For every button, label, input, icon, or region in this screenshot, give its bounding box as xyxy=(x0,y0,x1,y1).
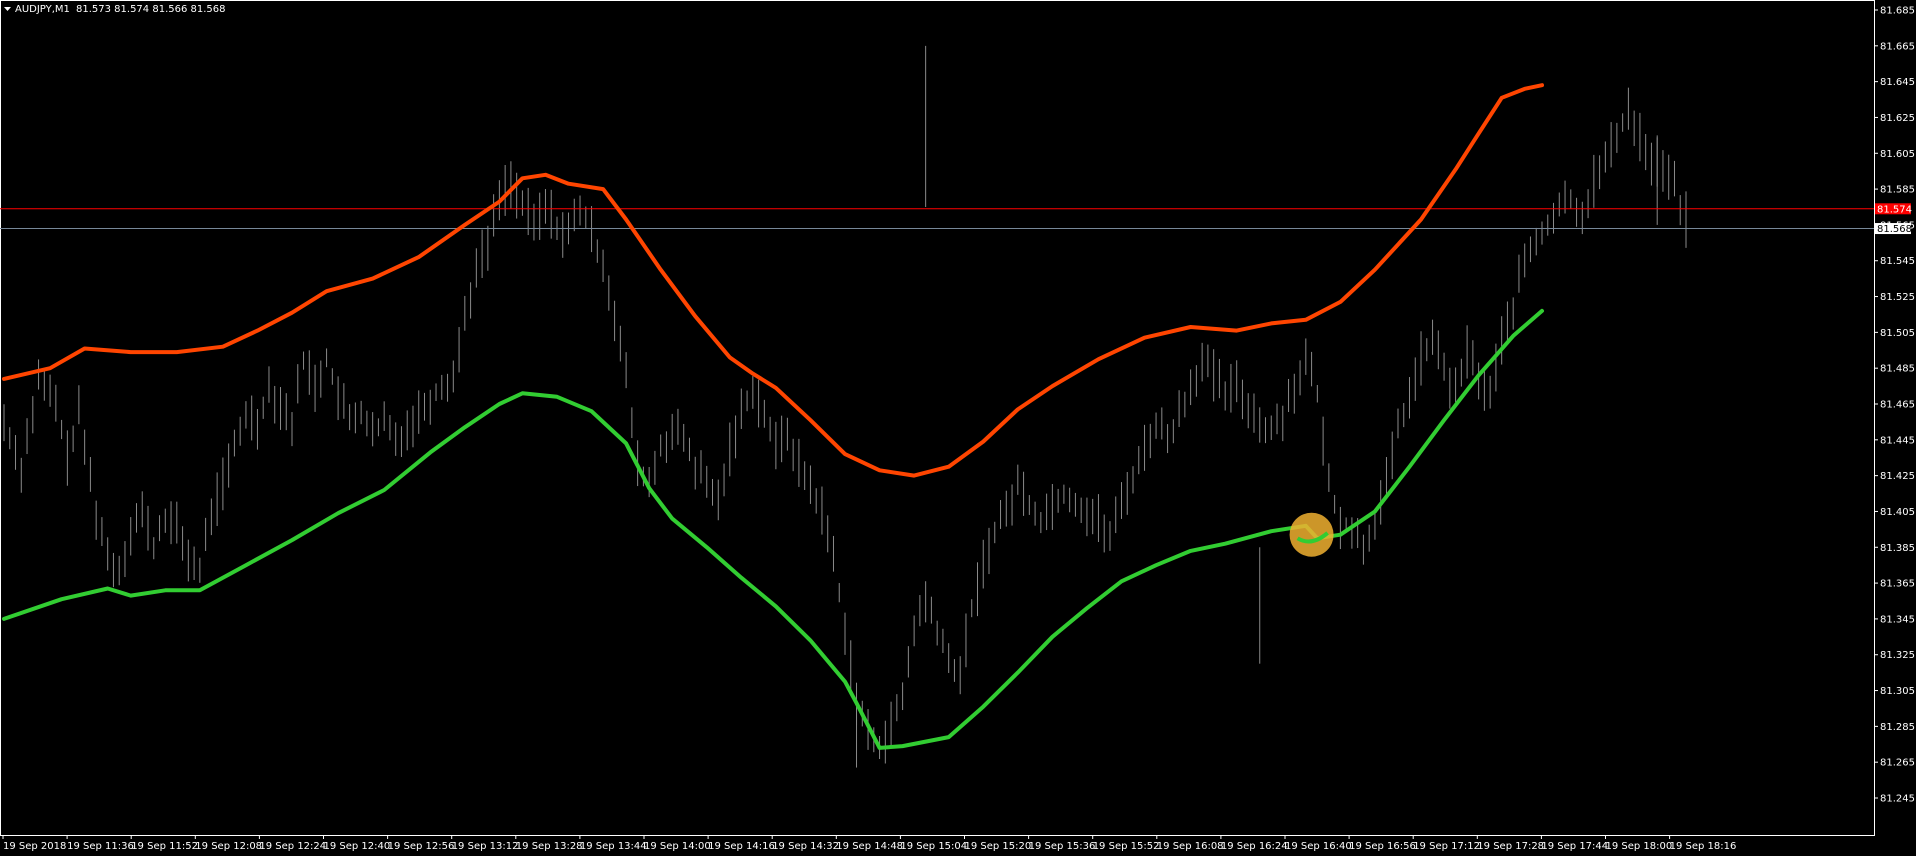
y-tick-label: 81.285 xyxy=(1880,722,1915,733)
x-tick-label: 19 Sep 15:20 xyxy=(965,841,1032,852)
y-tick-label: 81.365 xyxy=(1880,579,1915,590)
x-tick-label: 19 Sep 2018 xyxy=(3,841,66,852)
x-tick-label: 19 Sep 17:12 xyxy=(1413,841,1480,852)
x-tick-label: 19 Sep 13:12 xyxy=(452,841,519,852)
chart-title-bar[interactable]: AUDJPY,M1 81.573 81.574 81.566 81.568 xyxy=(4,4,226,15)
x-tick-label: 19 Sep 14:32 xyxy=(772,841,839,852)
x-tick-label: 19 Sep 16:40 xyxy=(1285,841,1352,852)
y-tick-label: 81.585 xyxy=(1880,185,1915,196)
x-tick-label: 19 Sep 12:24 xyxy=(259,841,326,852)
x-tick-label: 19 Sep 17:28 xyxy=(1477,841,1544,852)
y-tick-label: 81.625 xyxy=(1880,113,1915,124)
y-tick-label: 81.425 xyxy=(1880,471,1915,482)
y-tick-label: 81.245 xyxy=(1880,794,1915,805)
x-tick-label: 19 Sep 11:52 xyxy=(131,841,198,852)
y-tick-label: 81.685 xyxy=(1880,6,1915,17)
y-tick-label: 81.305 xyxy=(1880,686,1915,697)
x-tick-label: 19 Sep 16:08 xyxy=(1157,841,1224,852)
x-tick-label: 19 Sep 12:40 xyxy=(324,841,391,852)
x-tick-label: 19 Sep 12:56 xyxy=(388,841,455,852)
chart-window[interactable]: 81.685 81.665 81.645 81.625 81.605 81.585 81.5… xyxy=(0,0,1916,856)
x-tick-label: 19 Sep 13:44 xyxy=(580,841,647,852)
price-chart[interactable]: 81.685 81.665 81.645 81.625 81.605 81.585 81.5… xyxy=(0,0,1916,856)
y-tick-label: 81.605 xyxy=(1880,149,1915,160)
x-tick-label: 19 Sep 13:28 xyxy=(516,841,583,852)
bid-price-label: 81.568 xyxy=(1877,224,1912,235)
y-tick-label: 81.385 xyxy=(1880,543,1915,554)
y-tick-label: 81.545 xyxy=(1880,256,1915,267)
x-tick-label: 19 Sep 14:16 xyxy=(708,841,775,852)
symbol-timeframe: AUDJPY,M1 xyxy=(15,4,70,15)
y-tick-label: 81.345 xyxy=(1880,614,1915,625)
y-tick-label: 81.325 xyxy=(1880,650,1915,661)
x-tick-label: 19 Sep 15:52 xyxy=(1093,841,1160,852)
y-tick-label: 81.505 xyxy=(1880,328,1915,339)
x-tick-label: 19 Sep 15:36 xyxy=(1029,841,1096,852)
x-tick-label: 19 Sep 11:36 xyxy=(67,841,134,852)
y-tick-label: 81.525 xyxy=(1880,292,1915,303)
x-tick-label: 19 Sep 16:24 xyxy=(1221,841,1288,852)
y-tick-label: 81.265 xyxy=(1880,758,1915,769)
x-tick-label: 19 Sep 18:16 xyxy=(1670,841,1737,852)
y-tick-label: 81.645 xyxy=(1880,77,1915,88)
y-tick-label: 81.445 xyxy=(1880,435,1915,446)
y-tick-label: 81.665 xyxy=(1880,41,1915,52)
ask-price-label: 81.574 xyxy=(1877,204,1912,215)
x-tick-label: 19 Sep 17:44 xyxy=(1541,841,1608,852)
x-tick-label: 19 Sep 14:00 xyxy=(644,841,711,852)
x-tick-label: 19 Sep 15:04 xyxy=(900,841,967,852)
y-tick-label: 81.465 xyxy=(1880,400,1915,411)
y-tick-label: 81.405 xyxy=(1880,507,1915,518)
x-tick-label: 19 Sep 14:48 xyxy=(836,841,903,852)
y-tick-label: 81.485 xyxy=(1880,364,1915,375)
x-tick-label: 19 Sep 12:08 xyxy=(195,841,262,852)
ohlc-values: 81.573 81.574 81.566 81.568 xyxy=(76,4,226,15)
x-tick-label: 19 Sep 16:56 xyxy=(1349,841,1416,852)
annotations xyxy=(1289,512,1334,557)
x-tick-label: 19 Sep 18:00 xyxy=(1606,841,1673,852)
